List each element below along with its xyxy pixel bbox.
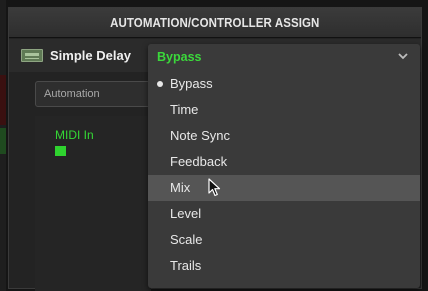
parameter-options-list: Bypass Time Note Sync Feedback Mix Level… [148,71,420,279]
delay-block-icon [21,49,43,62]
option-label: Time [170,102,199,117]
controller-assign-panel: MIDI In [35,116,151,291]
track-color-red [0,75,6,125]
parameter-dropdown-header[interactable]: Bypass [148,44,420,70]
parameter-dropdown[interactable]: Bypass Bypass Time Note Sync Feedback Mi… [148,44,420,288]
screen: AUTOMATION/CONTROLLER ASSIGN Simple Dela… [0,0,428,291]
midi-activity-indicator [55,146,66,156]
option-label: Bypass [170,76,213,91]
option-label: Scale [170,232,203,247]
title-bar[interactable]: AUTOMATION/CONTROLLER ASSIGN [9,8,421,38]
automation-label: Automation [44,88,100,100]
option-label: Level [170,206,202,221]
option-time[interactable]: Time [148,97,420,123]
selected-bullet-icon [157,81,163,87]
option-label: Mix [170,180,191,195]
option-note-sync[interactable]: Note Sync [148,123,420,149]
option-mix[interactable]: Mix [148,175,420,201]
track-color-green [0,128,6,154]
window-title: AUTOMATION/CONTROLLER ASSIGN [110,15,320,30]
option-label: Note Sync [170,128,230,143]
selected-parameter: Bypass [157,50,202,64]
option-scale[interactable]: Scale [148,227,420,253]
option-feedback[interactable]: Feedback [148,149,420,175]
option-label: Feedback [170,154,228,169]
block-name: Simple Delay [50,48,131,63]
mouse-pointer-icon [208,178,221,197]
chevron-down-icon[interactable] [396,49,410,63]
option-label: Trails [170,258,202,273]
midi-in-label[interactable]: MIDI In [55,128,94,142]
automation-selector[interactable]: Automation [35,81,151,107]
option-bypass[interactable]: Bypass [148,71,420,97]
option-level[interactable]: Level [148,201,420,227]
option-trails[interactable]: Trails [148,253,420,279]
background-track-strip [0,0,6,291]
automation-controller-assign-window: AUTOMATION/CONTROLLER ASSIGN Simple Dela… [8,7,422,291]
